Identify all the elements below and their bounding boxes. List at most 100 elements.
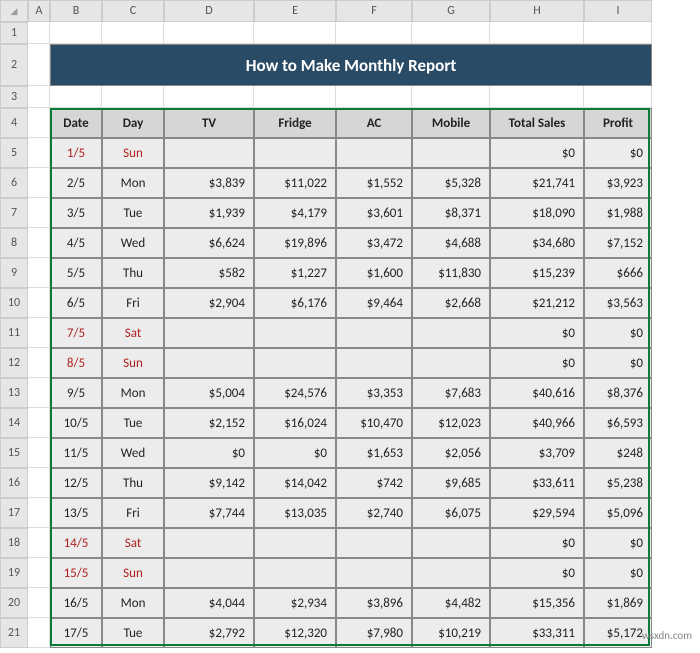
table-header-profit[interactable]: Profit (584, 108, 652, 138)
cell-mobile[interactable]: $2,668 (412, 288, 490, 318)
table-header-total[interactable]: Total Sales (490, 108, 584, 138)
empty-cell[interactable] (412, 86, 490, 108)
cell-total[interactable]: $0 (490, 528, 584, 558)
cell-date[interactable]: 10/5 (50, 408, 102, 438)
cell-mobile[interactable]: $2,056 (412, 438, 490, 468)
cell-tv[interactable]: $9,142 (164, 468, 254, 498)
row-header[interactable]: 2 (0, 44, 28, 86)
cell-mobile[interactable]: $10,219 (412, 618, 490, 648)
empty-cell[interactable] (28, 408, 50, 438)
empty-cell[interactable] (584, 22, 652, 44)
empty-cell[interactable] (102, 22, 164, 44)
column-header[interactable]: B (50, 0, 102, 22)
cell-profit[interactable]: $666 (584, 258, 652, 288)
row-header[interactable]: 10 (0, 288, 28, 318)
cell-date[interactable]: 2/5 (50, 168, 102, 198)
column-header[interactable]: D (164, 0, 254, 22)
cell-ac[interactable]: $3,896 (336, 588, 412, 618)
cell-day[interactable]: Fri (102, 498, 164, 528)
cell-ac[interactable] (336, 348, 412, 378)
cell-date[interactable]: 7/5 (50, 318, 102, 348)
cell-ac[interactable]: $3,472 (336, 228, 412, 258)
cell-tv[interactable]: $5,004 (164, 378, 254, 408)
cell-date[interactable]: 1/5 (50, 138, 102, 168)
cell-mobile[interactable]: $12,023 (412, 408, 490, 438)
empty-cell[interactable] (28, 138, 50, 168)
empty-cell[interactable] (336, 22, 412, 44)
cell-mobile[interactable]: $4,482 (412, 588, 490, 618)
cell-date[interactable]: 9/5 (50, 378, 102, 408)
cell-mobile[interactable] (412, 558, 490, 588)
row-header[interactable]: 13 (0, 378, 28, 408)
cell-mobile[interactable]: $8,371 (412, 198, 490, 228)
empty-cell[interactable] (28, 468, 50, 498)
cell-tv[interactable] (164, 528, 254, 558)
cell-tv[interactable]: $6,624 (164, 228, 254, 258)
cell-day[interactable]: Sat (102, 528, 164, 558)
cell-ac[interactable]: $1,600 (336, 258, 412, 288)
cell-mobile[interactable]: $11,830 (412, 258, 490, 288)
cell-ac[interactable]: $3,353 (336, 378, 412, 408)
cell-date[interactable]: 6/5 (50, 288, 102, 318)
cell-ac[interactable] (336, 138, 412, 168)
cell-total[interactable]: $29,594 (490, 498, 584, 528)
row-header[interactable]: 17 (0, 498, 28, 528)
column-header[interactable]: A (28, 0, 50, 22)
cell-day[interactable]: Tue (102, 198, 164, 228)
empty-cell[interactable] (28, 228, 50, 258)
cell-ac[interactable]: $2,740 (336, 498, 412, 528)
cell-total[interactable]: $18,090 (490, 198, 584, 228)
cell-tv[interactable] (164, 558, 254, 588)
cell-fridge[interactable]: $16,024 (254, 408, 336, 438)
empty-cell[interactable] (254, 86, 336, 108)
cell-profit[interactable]: $0 (584, 348, 652, 378)
empty-cell[interactable] (164, 22, 254, 44)
cell-total[interactable]: $34,680 (490, 228, 584, 258)
cell-mobile[interactable]: $4,688 (412, 228, 490, 258)
cell-day[interactable]: Thu (102, 258, 164, 288)
cell-total[interactable]: $3,709 (490, 438, 584, 468)
table-header-day[interactable]: Day (102, 108, 164, 138)
row-header[interactable]: 8 (0, 228, 28, 258)
cell-mobile[interactable]: $5,328 (412, 168, 490, 198)
cell-fridge[interactable]: $13,035 (254, 498, 336, 528)
row-header[interactable]: 9 (0, 258, 28, 288)
cell-ac[interactable]: $742 (336, 468, 412, 498)
cell-tv[interactable]: $582 (164, 258, 254, 288)
cell-tv[interactable]: $0 (164, 438, 254, 468)
row-header[interactable]: 11 (0, 318, 28, 348)
cell-mobile[interactable]: $7,683 (412, 378, 490, 408)
cell-fridge[interactable]: $2,934 (254, 588, 336, 618)
empty-cell[interactable] (164, 86, 254, 108)
cell-profit[interactable]: $0 (584, 558, 652, 588)
cell-day[interactable]: Tue (102, 408, 164, 438)
cell-date[interactable]: 3/5 (50, 198, 102, 228)
cell-total[interactable]: $33,611 (490, 468, 584, 498)
cell-fridge[interactable]: $4,179 (254, 198, 336, 228)
report-title[interactable]: How to Make Monthly Report (50, 44, 652, 86)
empty-cell[interactable] (28, 198, 50, 228)
column-header[interactable]: E (254, 0, 336, 22)
cell-fridge[interactable] (254, 528, 336, 558)
row-header[interactable]: 12 (0, 348, 28, 378)
cell-ac[interactable] (336, 528, 412, 558)
row-header[interactable]: 21 (0, 618, 28, 648)
cell-profit[interactable]: $3,563 (584, 288, 652, 318)
cell-day[interactable]: Mon (102, 588, 164, 618)
empty-cell[interactable] (490, 22, 584, 44)
cell-fridge[interactable] (254, 558, 336, 588)
column-header[interactable]: H (490, 0, 584, 22)
cell-tv[interactable] (164, 348, 254, 378)
cell-mobile[interactable] (412, 138, 490, 168)
cell-day[interactable]: Sun (102, 138, 164, 168)
row-header[interactable]: 6 (0, 168, 28, 198)
spreadsheet-grid[interactable]: ◢ABCDEFGHI123456789101112131415161718192… (0, 0, 700, 648)
cell-mobile[interactable]: $6,075 (412, 498, 490, 528)
cell-tv[interactable]: $3,839 (164, 168, 254, 198)
cell-fridge[interactable]: $1,227 (254, 258, 336, 288)
row-header[interactable]: 3 (0, 86, 28, 108)
empty-cell[interactable] (28, 44, 50, 86)
empty-cell[interactable] (28, 558, 50, 588)
column-header[interactable]: C (102, 0, 164, 22)
cell-day[interactable]: Mon (102, 168, 164, 198)
